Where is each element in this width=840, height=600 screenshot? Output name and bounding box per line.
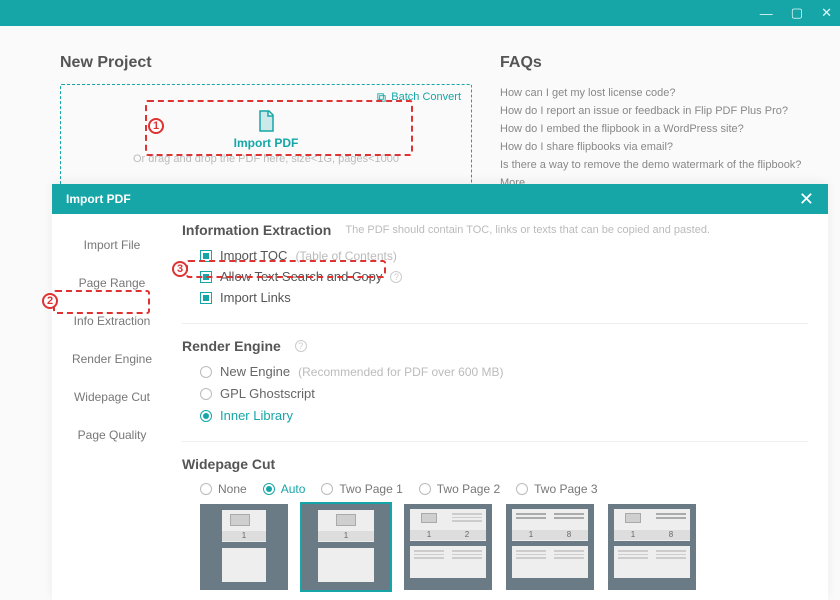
dropzone-inner: Import PDF Or drag and drop the PDF here…	[67, 91, 465, 182]
import-pdf-dropzone[interactable]: Batch Convert Import PDF Or drag and dro…	[60, 84, 472, 189]
ghostscript-radio[interactable]	[200, 388, 212, 400]
help-icon[interactable]: ?	[390, 271, 402, 283]
help-icon[interactable]: ?	[295, 340, 307, 352]
minimize-button[interactable]: —	[760, 6, 773, 21]
wide-twopage3-radio[interactable]	[516, 483, 528, 495]
import-links-checkbox[interactable]	[200, 292, 212, 304]
modal-sidebar: Import File Page Range Info Extraction R…	[52, 214, 172, 600]
widepage-cut-heading: Widepage Cut	[182, 456, 275, 472]
maximize-button[interactable]: ▢	[791, 5, 803, 21]
import-toc-sub: (Table of Contents)	[295, 249, 396, 263]
thumb-twopage1[interactable]: 12	[404, 504, 492, 590]
drop-subtitle: Or drag and drop the PDF here, size<1G, …	[133, 153, 399, 165]
inner-library-label: Inner Library	[220, 408, 293, 423]
titlebar: — ▢ ✕	[0, 0, 840, 26]
widepage-thumbnails: 1 1 12 18 18	[200, 504, 808, 590]
pdf-icon	[254, 109, 278, 133]
faq-list: How can I get my lost license code? How …	[500, 84, 810, 192]
faq-link[interactable]: How can I get my lost license code?	[500, 84, 810, 102]
batch-convert-link[interactable]: Batch Convert	[376, 91, 461, 103]
divider	[182, 441, 808, 442]
faqs-title: FAQs	[500, 54, 810, 72]
wide-auto-radio[interactable]	[263, 483, 275, 495]
wide-twopage2-radio[interactable]	[419, 483, 431, 495]
sidebar-item-widepage-cut[interactable]: Widepage Cut	[52, 378, 172, 416]
sidebar-item-page-quality[interactable]: Page Quality	[52, 416, 172, 454]
faq-link[interactable]: How do I share flipbooks via email?	[500, 138, 810, 156]
divider	[182, 323, 808, 324]
modal-header: Import PDF ✕	[52, 184, 828, 214]
main-area: New Project Batch Convert Import PDF Or …	[0, 26, 840, 192]
thumb-twopage3[interactable]: 18	[608, 504, 696, 590]
wide-twopage2-label: Two Page 2	[437, 482, 500, 496]
sidebar-item-import-file[interactable]: Import File	[52, 226, 172, 264]
annotation-3-num: 3	[172, 261, 188, 277]
modal-title: Import PDF	[66, 192, 131, 206]
new-project-title: New Project	[60, 54, 472, 72]
info-extraction-heading: Information Extraction	[182, 222, 331, 238]
annotation-2-num: 2	[42, 293, 58, 309]
close-button[interactable]: ✕	[821, 5, 832, 21]
inner-library-radio[interactable]	[200, 410, 212, 422]
import-links-label: Import Links	[220, 290, 291, 305]
thumb-twopage2[interactable]: 18	[506, 504, 594, 590]
modal-close-button[interactable]: ✕	[799, 189, 814, 210]
info-extraction-hint: The PDF should contain TOC, links or tex…	[345, 224, 710, 236]
wide-auto-label: Auto	[281, 482, 306, 496]
wide-twopage1-radio[interactable]	[321, 483, 333, 495]
faq-link[interactable]: Is there a way to remove the demo waterm…	[500, 156, 810, 174]
import-toc-checkbox[interactable]	[200, 250, 212, 262]
wide-twopage1-label: Two Page 1	[339, 482, 402, 496]
drop-title: Import PDF	[234, 136, 299, 150]
batch-icon	[376, 92, 387, 103]
new-engine-sub: (Recommended for PDF over 600 MB)	[298, 365, 503, 379]
allow-text-search-checkbox[interactable]	[200, 271, 212, 283]
sidebar-item-page-range[interactable]: Page Range	[52, 264, 172, 302]
sidebar-item-info-extraction[interactable]: Info Extraction	[52, 302, 172, 340]
sidebar-item-render-engine[interactable]: Render Engine	[52, 340, 172, 378]
allow-text-search-label: Allow Text Search and Copy	[220, 269, 382, 284]
thumb-none[interactable]: 1	[200, 504, 288, 590]
import-toc-label: Import TOC	[220, 248, 287, 263]
ghostscript-label: GPL Ghostscript	[220, 386, 315, 401]
import-pdf-modal: Import PDF ✕ Import File Page Range Info…	[52, 184, 828, 600]
wide-none-label: None	[218, 482, 247, 496]
annotation-1-num: 1	[148, 118, 164, 134]
thumb-auto[interactable]: 1	[302, 504, 390, 590]
faq-link[interactable]: How do I embed the flipbook in a WordPre…	[500, 120, 810, 138]
new-engine-label: New Engine	[220, 364, 290, 379]
render-engine-heading: Render Engine	[182, 338, 281, 354]
faq-link[interactable]: How do I report an issue or feedback in …	[500, 102, 810, 120]
new-engine-radio[interactable]	[200, 366, 212, 378]
wide-none-radio[interactable]	[200, 483, 212, 495]
wide-twopage3-label: Two Page 3	[534, 482, 597, 496]
modal-content: Information Extraction The PDF should co…	[172, 214, 828, 600]
